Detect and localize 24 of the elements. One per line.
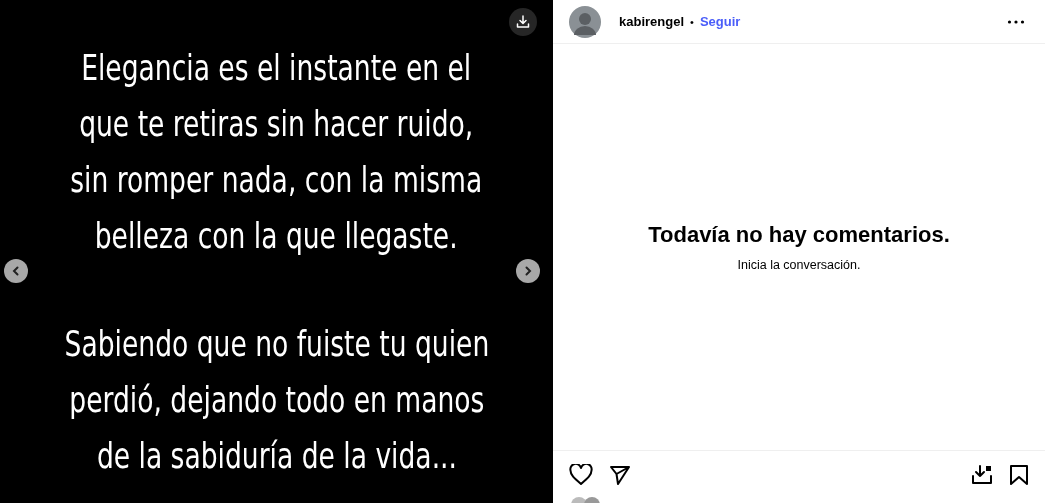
avatar[interactable] <box>569 5 601 38</box>
empty-comments-title: Todavía no hay comentarios. <box>648 222 950 248</box>
chevron-right-icon <box>523 266 533 276</box>
previous-button[interactable] <box>4 259 28 283</box>
empty-comments-subtitle: Inicia la conversación. <box>737 258 861 272</box>
chevron-left-icon <box>11 266 21 276</box>
bookmark-icon[interactable] <box>1009 464 1029 486</box>
quote-line: Sabiendo que no fuiste tu quien <box>64 321 489 366</box>
follow-link[interactable]: Seguir <box>699 14 741 29</box>
more-options-icon[interactable] <box>1007 19 1025 24</box>
next-button[interactable] <box>516 259 540 283</box>
download-icon <box>516 15 530 29</box>
download-button[interactable] <box>509 8 537 36</box>
quote-line: que te retiras sin hacer ruido, <box>78 101 475 146</box>
quote-line: perdió, dejando todo en manos <box>67 377 485 422</box>
heart-icon[interactable] <box>569 464 593 486</box>
quote-line: sin romper nada, con la misma <box>70 157 483 202</box>
username-link[interactable]: kabirengel <box>619 14 685 29</box>
separator-dot: • <box>690 15 694 28</box>
download-icon[interactable] <box>971 464 993 486</box>
quote-line: belleza con la que llegaste. <box>94 213 459 258</box>
send-icon[interactable] <box>609 464 631 486</box>
quote-line: Elegancia es el instante en el <box>80 45 473 90</box>
quote-line: de la sabiduría de la vida... <box>95 433 458 478</box>
